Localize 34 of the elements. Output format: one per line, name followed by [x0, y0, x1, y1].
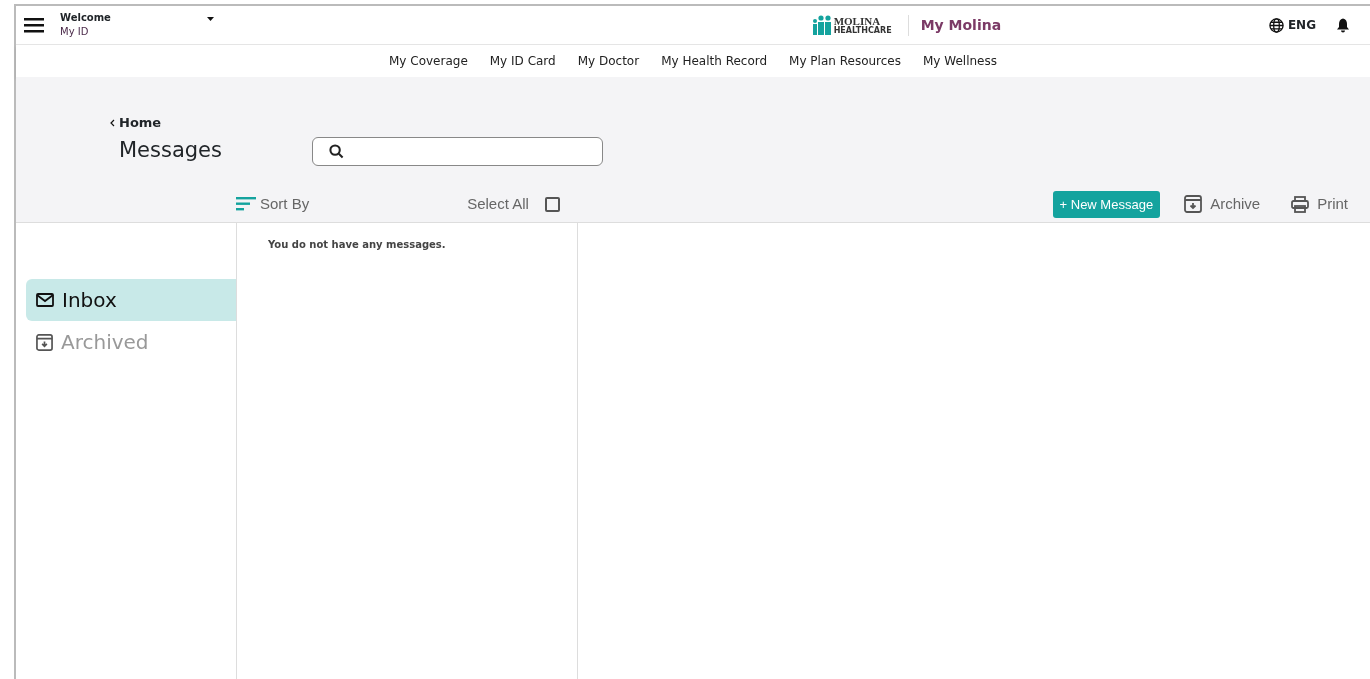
nav-link[interactable]: My Health Record [661, 52, 768, 70]
logo-icon [811, 15, 832, 35]
archive-icon [36, 333, 53, 351]
nav-link[interactable]: My Wellness [923, 52, 997, 70]
nav-link[interactable]: My Coverage [389, 52, 468, 70]
folder-item[interactable]: Inbox [26, 279, 236, 321]
nav-link[interactable]: My ID Card [489, 52, 556, 70]
welcome-label: Welcome [60, 11, 111, 24]
page-title: Messages [119, 138, 223, 164]
language-selector[interactable]: ENG [1287, 16, 1316, 34]
archive-button[interactable]: Archive [1210, 193, 1261, 216]
select-all-label: Select All [467, 194, 529, 214]
printer-icon[interactable] [1291, 195, 1310, 213]
bell-icon[interactable] [1336, 17, 1350, 33]
envelope-icon [36, 293, 54, 307]
portal-title: My Molina [907, 14, 1002, 36]
logo-wordmark: MOLINA [833, 15, 881, 27]
nav-link[interactable]: My Plan Resources [789, 52, 901, 70]
nav-link[interactable]: My Doctor [577, 52, 640, 70]
globe-icon[interactable] [1268, 17, 1284, 33]
home-link[interactable]: Home [119, 113, 162, 133]
select-all-checkbox[interactable] [544, 196, 560, 212]
user-id-label: My ID [60, 24, 90, 39]
search-field[interactable] [312, 136, 603, 166]
caret-icon[interactable] [206, 17, 214, 21]
archive-icon[interactable] [1184, 195, 1203, 214]
print-button[interactable]: Print [1317, 193, 1348, 216]
chevron-left-icon[interactable] [110, 118, 115, 127]
menu-icon[interactable] [24, 17, 44, 33]
sort-by-button[interactable]: Sort By [260, 193, 310, 216]
logo-tagline: HEALTHCARE [833, 26, 892, 35]
search-icon [329, 143, 344, 159]
empty-message: You do not have any messages. [267, 238, 447, 252]
sort-icon[interactable] [236, 197, 256, 212]
